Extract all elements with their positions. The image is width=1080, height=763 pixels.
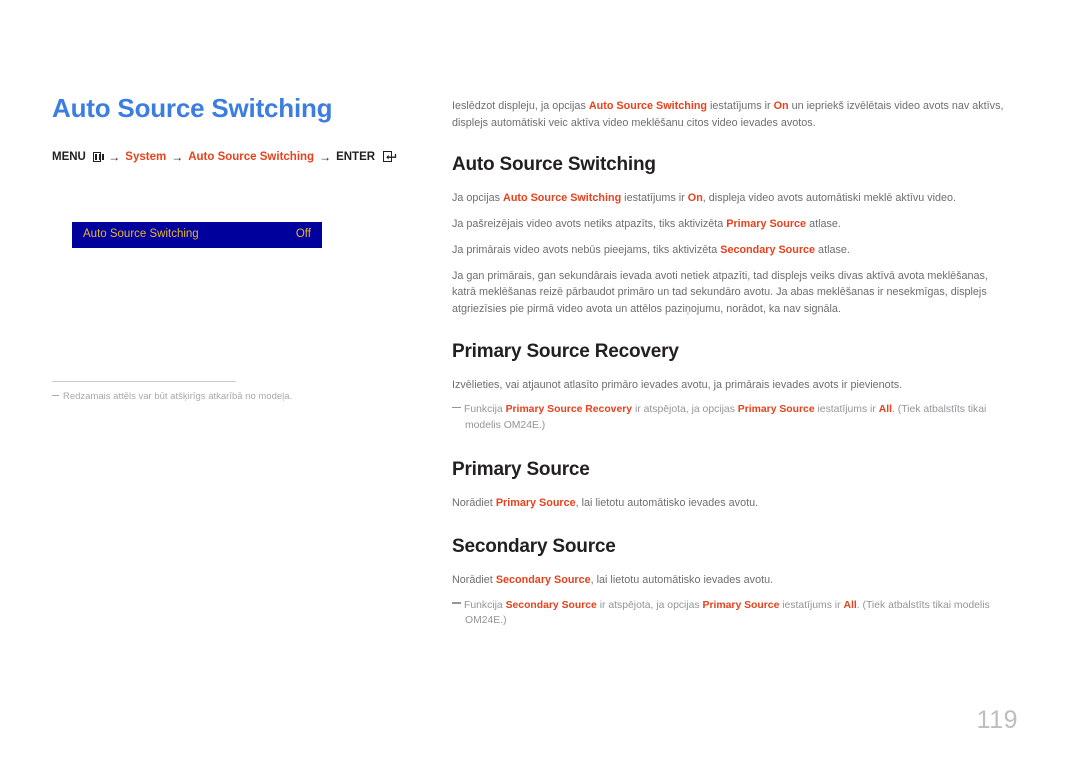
breadcrumb-item-system[interactable]: System — [125, 151, 166, 163]
psr-note-c: iestatījums ir — [814, 404, 879, 416]
ass-paragraph-4: Ja gan primārais, gan sekundārais ievada… — [452, 269, 988, 316]
intro-paragraph: Ieslēdzot displeju, ja opcijas Auto Sour… — [452, 98, 1014, 131]
section-heading-primary-source: Primary Source — [452, 458, 590, 480]
ass-p2-b: atlase. — [806, 218, 841, 231]
intro-highlight-on: On — [773, 100, 789, 112]
ss-note-b: ir atspējota, ja opcijas — [596, 599, 703, 611]
footnote-divider — [52, 381, 236, 382]
osd-preview-row[interactable]: Auto Source Switching Off — [72, 222, 322, 248]
ss-note: Funkcija Secondary Source ir atspējota, … — [452, 598, 1014, 629]
section-heading-auto-source-switching: Auto Source Switching — [452, 154, 656, 176]
ss-note-a: Funkcija — [464, 599, 506, 611]
ps-p1-a: Norādiet — [452, 496, 496, 509]
menu-grid-icon — [92, 151, 105, 162]
psr-note-highlight-all: All — [878, 404, 892, 416]
ss-note-highlight-secondary-source: Secondary Source — [505, 599, 597, 611]
section-heading-secondary-source: Secondary Source — [452, 536, 616, 558]
psr-note-a: Funkcija — [464, 404, 506, 416]
ass-p1-highlight-on: On — [687, 192, 703, 205]
ass-p1-highlight-auto-source-switching: Auto Source Switching — [503, 192, 622, 205]
psr-note: Funkcija Primary Source Recovery ir atsp… — [452, 402, 1014, 433]
psr-note-b: ir atspējota, ja opcijas — [632, 404, 738, 416]
footnote-dash-icon — [52, 395, 59, 396]
ps-paragraph-1: Norādiet Primary Source, lai lietotu aut… — [452, 495, 1014, 512]
intro-text-b: iestatījums ir — [707, 100, 774, 112]
ass-paragraph-3: Ja primārais video avots nebūs pieejams,… — [452, 242, 1014, 259]
ps-p1-b: , lai lietotu automātisko ievades avotu. — [575, 496, 759, 509]
left-column: Auto Source Switching MENU → System → Au… — [52, 93, 397, 164]
psr-note-highlight-primary-source-recovery: Primary Source Recovery — [505, 404, 633, 416]
ps-p1-highlight-primary-source: Primary Source — [495, 496, 576, 509]
breadcrumb-arrow-2: → — [171, 149, 184, 164]
breadcrumb-menu-label: MENU — [52, 150, 86, 163]
ass-p1-a: Ja opcijas — [452, 192, 504, 205]
note-dash-icon — [452, 407, 461, 409]
ss-note-c: iestatījums ir — [779, 599, 844, 611]
left-footnote: Redzamais attēls var būt atšķirīgs atkar… — [52, 390, 372, 403]
psr-note-highlight-primary-source: Primary Source — [737, 404, 815, 416]
ss-p1-highlight-secondary-source: Secondary Source — [495, 574, 591, 587]
osd-preview-label: Auto Source Switching — [83, 228, 199, 241]
psr-paragraph-1: Izvēlieties, vai atjaunot atlasīto primā… — [452, 378, 903, 391]
note-dash-icon-2 — [452, 602, 461, 604]
ass-p3-b: atlase. — [815, 243, 850, 256]
ss-note-highlight-primary-source: Primary Source — [702, 599, 780, 611]
ass-p2-highlight-primary-source: Primary Source — [726, 218, 807, 231]
osd-preview-value[interactable]: Off — [296, 229, 311, 241]
breadcrumb-arrow-3: → — [319, 149, 332, 164]
left-footnote-text: Redzamais attēls var būt atšķirīgs atkar… — [63, 391, 293, 402]
ss-p1-a: Norādiet — [452, 574, 496, 587]
section-heading-primary-source-recovery: Primary Source Recovery — [452, 340, 679, 362]
intro-text-a: Ieslēdzot displeju, ja opcijas — [452, 100, 589, 112]
ass-p3-highlight-secondary-source: Secondary Source — [720, 243, 816, 256]
intro-highlight-auto-source-switching: Auto Source Switching — [588, 100, 708, 112]
ass-p1-b: iestatījums ir — [621, 192, 688, 205]
ss-p1-b: , lai lietotu automātisko ievades avotu. — [590, 574, 774, 587]
right-column: Ieslēdzot displeju, ja opcijas Auto Sour… — [452, 98, 1014, 629]
page-number: 119 — [976, 706, 1018, 734]
ss-paragraph-1: Norādiet Secondary Source, lai lietotu a… — [452, 572, 1014, 589]
ss-note-highlight-all: All — [843, 599, 857, 611]
ass-p3-a: Ja primārais video avots nebūs pieejams,… — [452, 243, 721, 256]
ass-paragraph-1: Ja opcijas Auto Source Switching iestatī… — [452, 190, 1014, 207]
breadcrumb-item-auto-source-switching[interactable]: Auto Source Switching — [188, 151, 314, 163]
page-title: Auto Source Switching — [52, 93, 333, 123]
ass-p2-a: Ja pašreizējais video avots netiks atpaz… — [452, 218, 727, 231]
ass-p1-c: , displeja video avots automātiski meklē… — [702, 192, 957, 205]
enter-return-icon — [383, 151, 397, 163]
breadcrumb-enter-label: ENTER — [336, 150, 376, 163]
auto-source-switching-body: Ja opcijas Auto Source Switching iestatī… — [452, 190, 1014, 317]
left-footnote-block: Redzamais attēls var būt atšķirīgs atkar… — [52, 381, 372, 403]
manual-page: Auto Source Switching MENU → System → Au… — [0, 0, 1080, 763]
ass-paragraph-2: Ja pašreizējais video avots netiks atpaz… — [452, 216, 1014, 233]
breadcrumb-arrow-1: → — [108, 149, 121, 164]
breadcrumb: MENU → System → Auto Source Switching → … — [52, 149, 397, 164]
